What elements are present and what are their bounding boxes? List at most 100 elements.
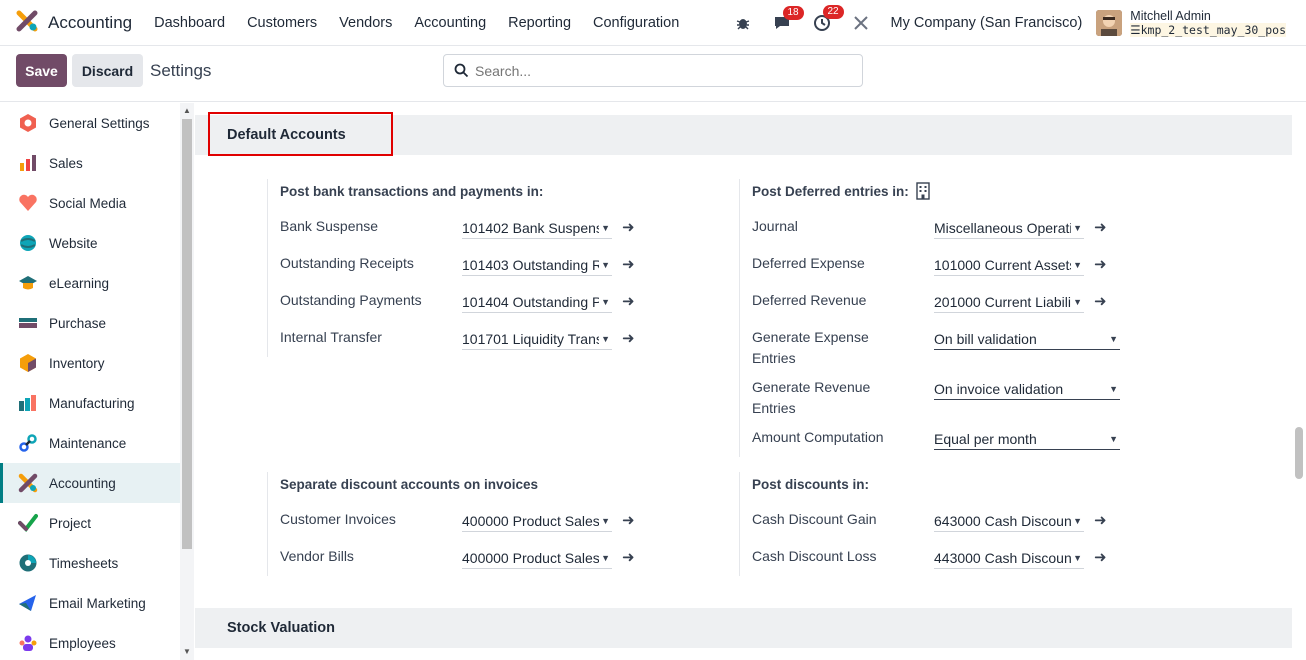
sidebar-item-website[interactable]: Website xyxy=(0,223,180,263)
field-value: 643000 Cash Discount Gain xyxy=(934,512,1072,529)
chevron-down-icon: ▼ xyxy=(1073,515,1082,526)
sidebar-item-general-settings[interactable]: General Settings xyxy=(0,103,180,143)
arrow-right-icon[interactable]: ➜ xyxy=(622,255,635,273)
field-value: 201000 Current Liabilities xyxy=(934,293,1071,310)
sidebar-item-label: Inventory xyxy=(49,355,105,371)
sidebar-item-label: Website xyxy=(49,235,98,251)
sidebar-item-elearning[interactable]: eLearning xyxy=(0,263,180,303)
cash-discount-gain-select[interactable]: 643000 Cash Discount Gain▼ xyxy=(934,510,1084,532)
outstanding-payments-label: Outstanding Payments xyxy=(280,292,422,308)
sidebar-item-timesheets[interactable]: Timesheets xyxy=(0,543,180,583)
save-button[interactable]: Save xyxy=(16,54,67,87)
general-settings-icon xyxy=(17,112,39,134)
sidebar-item-label: Project xyxy=(49,515,92,531)
outstanding-receipts-select[interactable]: 101403 Outstanding Receipts▼ xyxy=(462,254,612,276)
chevron-down-icon: ▼ xyxy=(1109,333,1118,344)
bug-icon[interactable] xyxy=(735,15,751,31)
menu-vendors[interactable]: Vendors xyxy=(339,15,392,31)
arrow-right-icon[interactable]: ➜ xyxy=(1094,255,1107,273)
sidebar-scroll-thumb[interactable] xyxy=(182,119,192,549)
sidebar-item-social-media[interactable]: Social Media xyxy=(0,183,180,223)
arrow-right-icon[interactable]: ➜ xyxy=(622,329,635,347)
arrow-right-icon[interactable]: ➜ xyxy=(622,511,635,529)
chevron-down-icon: ▼ xyxy=(601,515,610,526)
internal-transfer-select[interactable]: 101701 Liquidity Transfer▼ xyxy=(462,328,612,350)
sidebar-item-email-marketing[interactable]: Email Marketing xyxy=(0,583,180,623)
sidebar-item-label: Manufacturing xyxy=(49,395,135,411)
content-scroll-thumb[interactable] xyxy=(1295,427,1303,479)
arrow-right-icon[interactable]: ➜ xyxy=(622,548,635,566)
sidebar-item-inventory[interactable]: Inventory xyxy=(0,343,180,383)
user-menu[interactable]: Mitchell Admin ☰kmp_2_test_may_30_pos xyxy=(1130,9,1286,37)
internal-transfer-label: Internal Transfer xyxy=(280,329,382,345)
field-value: On invoice validation xyxy=(934,380,1064,397)
purchase-icon xyxy=(17,312,39,334)
settings-content: Default Accounts Post bank transactions … xyxy=(195,103,1292,660)
scroll-down-icon[interactable]: ▼ xyxy=(183,647,191,656)
elearning-icon xyxy=(17,272,39,294)
sidebar-item-maintenance[interactable]: Maintenance xyxy=(0,423,180,463)
cash-discount-loss-select[interactable]: 443000 Cash Discount Loss▼ xyxy=(934,547,1084,569)
vendor-bills-select[interactable]: 400000 Product Sales ▼ xyxy=(462,547,612,569)
outstanding-receipts-label: Outstanding Receipts xyxy=(280,255,414,271)
journal-select[interactable]: Miscellaneous Operations▼ xyxy=(934,217,1084,239)
block-title: Post Deferred entries in: xyxy=(752,179,1159,203)
sidebar-item-label: Email Marketing xyxy=(49,595,146,611)
arrow-right-icon[interactable]: ➜ xyxy=(622,218,635,236)
menu-customers[interactable]: Customers xyxy=(247,15,317,31)
arrow-right-icon[interactable]: ➜ xyxy=(1094,511,1107,529)
sidebar-item-purchase[interactable]: Purchase xyxy=(0,303,180,343)
sidebar-item-employees[interactable]: Employees xyxy=(0,623,180,660)
search-bar xyxy=(443,54,863,87)
arrow-right-icon[interactable]: ➜ xyxy=(1094,292,1107,310)
generate-expense-select[interactable]: On bill validation ▼ xyxy=(934,328,1120,350)
activities-icon[interactable]: 22 xyxy=(813,5,844,32)
chevron-down-icon: ▼ xyxy=(601,296,610,307)
scroll-up-icon[interactable]: ▲ xyxy=(183,106,191,115)
menu-dashboard[interactable]: Dashboard xyxy=(154,15,225,31)
manufacturing-icon xyxy=(17,392,39,414)
bank-suspense-label: Bank Suspense xyxy=(280,218,379,234)
chevron-down-icon: ▼ xyxy=(601,552,610,563)
bank-suspense-select[interactable]: 101402 Bank Suspense Account▼ xyxy=(462,217,612,239)
amount-computation-select[interactable]: Equal per month ▼ xyxy=(934,428,1120,450)
arrow-right-icon[interactable]: ➜ xyxy=(1094,548,1107,566)
sidebar-item-label: Sales xyxy=(49,155,83,171)
post-discounts-block: Post discounts in: Cash Discount Gain 64… xyxy=(739,472,1159,576)
menu-reporting[interactable]: Reporting xyxy=(508,15,571,31)
arrow-right-icon[interactable]: ➜ xyxy=(622,292,635,310)
chevron-down-icon: ▼ xyxy=(601,333,610,344)
user-avatar[interactable] xyxy=(1096,10,1123,36)
menu-configuration[interactable]: Configuration xyxy=(593,15,679,31)
search-input[interactable] xyxy=(475,62,855,79)
generate-revenue-select[interactable]: On invoice validation ▼ xyxy=(934,378,1120,400)
journal-label: Journal xyxy=(752,218,798,234)
block-title: Separate discount accounts on invoices xyxy=(280,476,539,492)
content-scrollbar[interactable] xyxy=(1292,103,1306,660)
discard-button[interactable]: Discard xyxy=(72,54,143,87)
messages-icon[interactable]: 18 xyxy=(773,6,804,31)
deferred-revenue-select[interactable]: 201000 Current Liabilities▼ xyxy=(934,291,1084,313)
chevron-down-icon: ▼ xyxy=(1073,259,1082,270)
tools-icon[interactable] xyxy=(853,15,869,31)
app-brand[interactable]: Accounting xyxy=(16,10,132,35)
outstanding-payments-select[interactable]: 101404 Outstanding Payments▼ xyxy=(462,291,612,313)
main-menu: Dashboard Customers Vendors Accounting R… xyxy=(154,15,701,31)
sidebar-item-accounting[interactable]: Accounting xyxy=(0,463,180,503)
page-title: Settings xyxy=(150,61,212,80)
menu-accounting[interactable]: Accounting xyxy=(414,15,486,31)
company-switcher[interactable]: My Company (San Francisco) xyxy=(891,15,1083,31)
database-name: ☰kmp_2_test_may_30_pos xyxy=(1130,23,1286,37)
block-title: Post bank transactions and payments in: xyxy=(280,183,544,199)
sidebar-scrollbar[interactable]: ▲ ▼ xyxy=(180,103,194,660)
bank-transactions-block: Post bank transactions and payments in: … xyxy=(267,179,687,357)
website-icon xyxy=(17,232,39,254)
deferred-expense-select[interactable]: 101000 Current Assets ▼ xyxy=(934,254,1084,276)
chevron-down-icon: ▼ xyxy=(1109,383,1118,394)
sidebar-item-project[interactable]: Project xyxy=(0,503,180,543)
sidebar-item-manufacturing[interactable]: Manufacturing xyxy=(0,383,180,423)
arrow-right-icon[interactable]: ➜ xyxy=(1094,218,1107,236)
sidebar-item-sales[interactable]: Sales xyxy=(0,143,180,183)
customer-invoices-select[interactable]: 400000 Product Sales ▼ xyxy=(462,510,612,532)
generate-expense-label: Generate Expense Entries xyxy=(752,329,869,366)
